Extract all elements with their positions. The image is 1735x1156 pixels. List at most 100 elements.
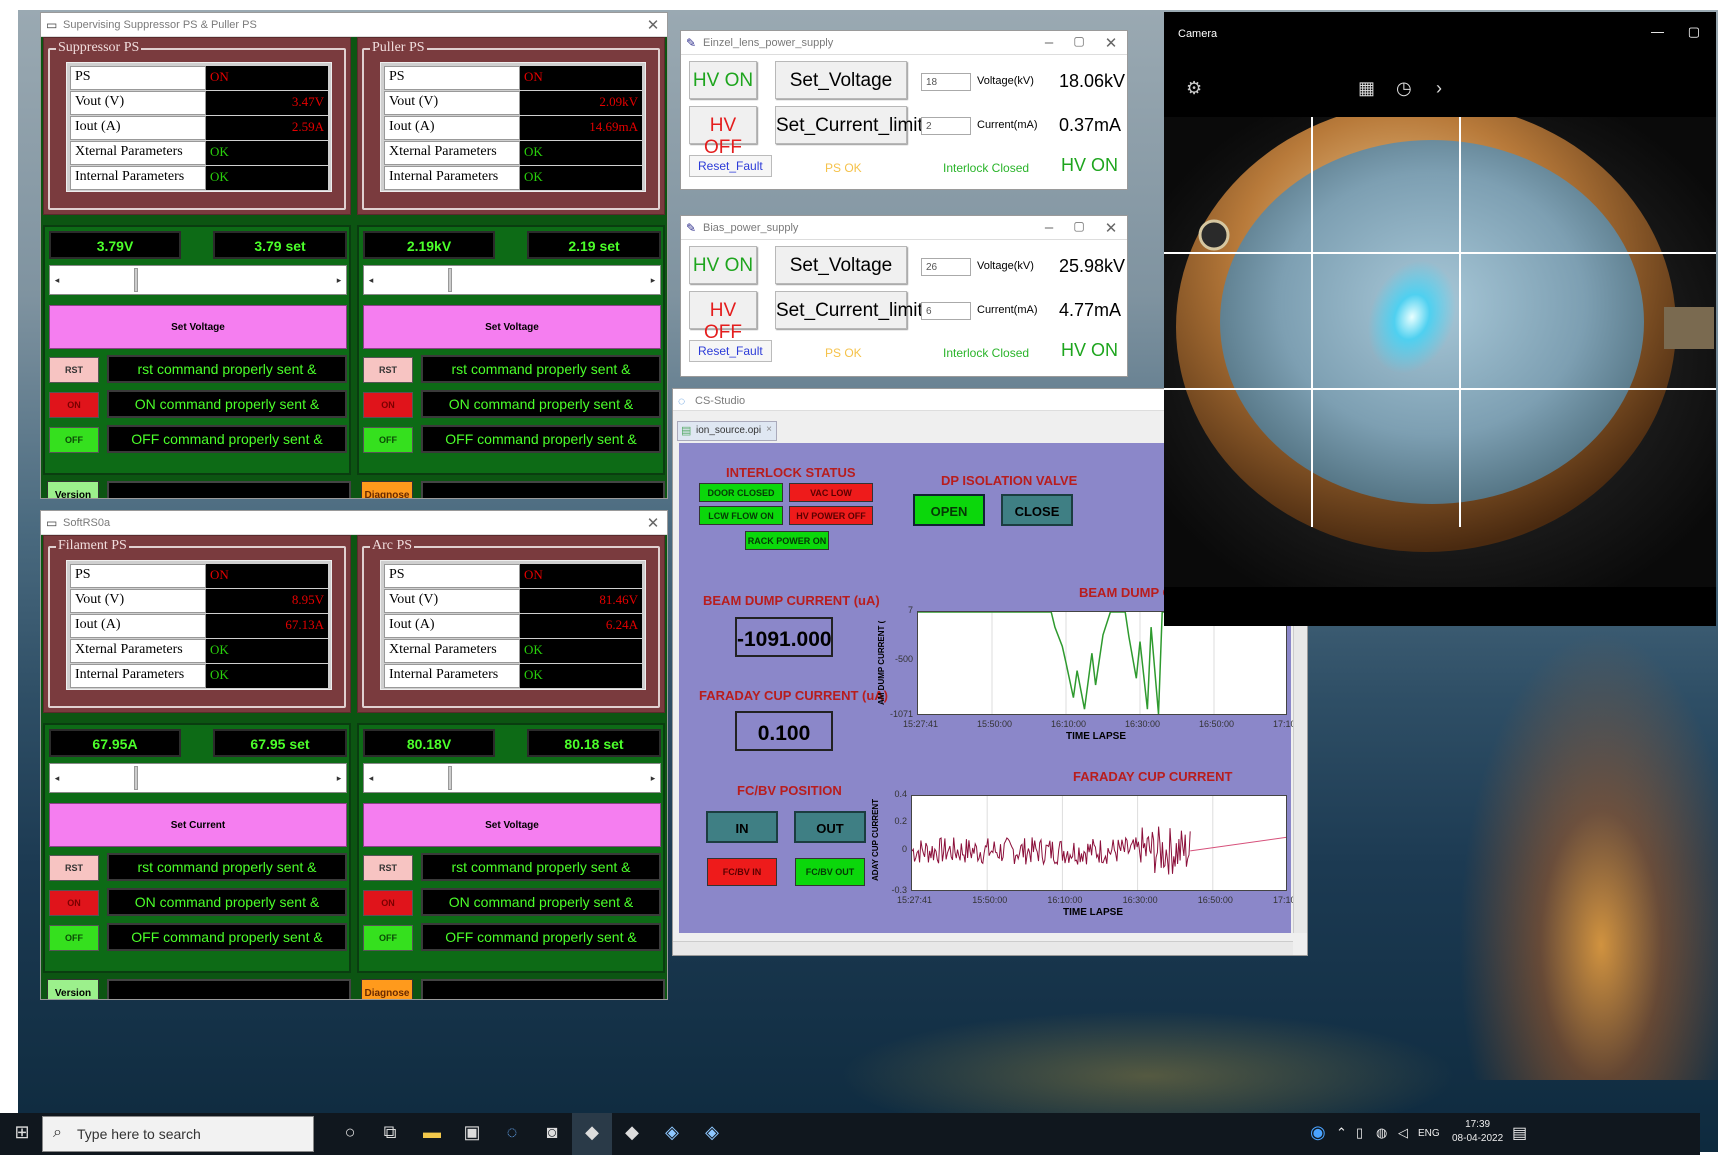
window-titlebar[interactable]: ▭ Supervising Suppressor PS & Puller PS … bbox=[41, 13, 667, 37]
file-explorer-icon[interactable]: ▬ bbox=[412, 1113, 452, 1155]
hv-on-button[interactable]: HV ON bbox=[689, 246, 757, 284]
diagnose-button[interactable]: Diagnose bbox=[361, 979, 413, 999]
set-voltage-button[interactable]: Set_Voltage bbox=[775, 246, 907, 284]
hdr-icon[interactable]: ▦ bbox=[1358, 78, 1375, 99]
terminal-icon[interactable]: ▣ bbox=[452, 1113, 492, 1155]
on-button[interactable]: ON bbox=[363, 392, 413, 418]
minimize-icon[interactable]: – bbox=[1039, 34, 1059, 51]
slider-right-arrow-icon[interactable]: ▸ bbox=[646, 764, 660, 792]
chevron-up-icon[interactable]: ⌃ bbox=[1336, 1113, 1347, 1155]
app-taskbar-icon[interactable]: ◆ bbox=[612, 1113, 652, 1155]
window-titlebar[interactable]: ✎ Bias_power_supply – ▢ ✕ bbox=[681, 216, 1127, 240]
tab-ion-source[interactable]: ▤ ion_source.opi × bbox=[677, 421, 777, 441]
task-view-icon[interactable]: ⧉ bbox=[370, 1113, 410, 1155]
maximize-icon[interactable]: ▢ bbox=[1688, 24, 1700, 40]
slider-right-arrow-icon[interactable]: ▸ bbox=[646, 266, 660, 294]
version-button[interactable]: Version bbox=[47, 481, 99, 498]
off-button[interactable]: OFF bbox=[363, 925, 413, 951]
slider-right-arrow-icon[interactable]: ▸ bbox=[332, 266, 346, 294]
fcbv-in-button[interactable]: IN bbox=[706, 811, 778, 843]
close-icon[interactable]: ✕ bbox=[643, 514, 663, 532]
slider-thumb[interactable] bbox=[134, 766, 138, 790]
timer-icon[interactable]: ◷ bbox=[1396, 78, 1412, 99]
version-button[interactable]: Version bbox=[47, 979, 99, 999]
set-button[interactable]: Set Voltage bbox=[363, 305, 661, 349]
close-icon[interactable]: ✕ bbox=[1101, 219, 1121, 237]
slider-thumb[interactable] bbox=[448, 766, 452, 790]
on-button[interactable]: ON bbox=[49, 890, 99, 916]
notification-icon[interactable]: ▤ bbox=[1512, 1113, 1527, 1155]
valve-open-button[interactable]: OPEN bbox=[913, 494, 985, 526]
voltage-input[interactable]: 26 bbox=[921, 258, 971, 276]
taskbar-search-input[interactable]: ⌕ Type here to search bbox=[42, 1116, 314, 1152]
minimize-icon[interactable]: — bbox=[1651, 24, 1664, 39]
set-current-limit-button[interactable]: Set_Current_limit bbox=[775, 291, 923, 329]
cortana-icon[interactable]: ○ bbox=[330, 1113, 370, 1155]
horizontal-scrollbar[interactable] bbox=[673, 941, 1293, 955]
valve-close-button[interactable]: CLOSE bbox=[1001, 494, 1073, 526]
supervising-window[interactable]: ▭ Supervising Suppressor PS & Puller PS … bbox=[40, 12, 668, 499]
rst-button[interactable]: RST bbox=[49, 855, 99, 881]
setpoint-slider[interactable]: ◂ ▸ bbox=[363, 265, 661, 295]
maximize-icon[interactable]: ▢ bbox=[1069, 34, 1089, 48]
hv-off-button[interactable]: HV OFF bbox=[689, 291, 757, 343]
slider-left-arrow-icon[interactable]: ◂ bbox=[50, 764, 64, 792]
volume-icon[interactable]: ◁ bbox=[1398, 1113, 1408, 1155]
off-button[interactable]: OFF bbox=[49, 427, 99, 453]
camera-settings-icon[interactable]: ⚙ bbox=[1186, 78, 1202, 99]
slider-thumb[interactable] bbox=[448, 268, 452, 292]
set-current-limit-button[interactable]: Set_Current_limit bbox=[775, 106, 923, 144]
set-button[interactable]: Set Current bbox=[49, 803, 347, 847]
camera-window[interactable]: Camera — ▢ ⚙ ▦ ◷ › bbox=[1164, 12, 1716, 626]
reset-fault-button[interactable]: Reset_Fault bbox=[689, 155, 772, 177]
maximize-icon[interactable]: ▢ bbox=[1069, 219, 1089, 233]
language-indicator[interactable]: ENG bbox=[1418, 1113, 1440, 1155]
chevron-right-icon[interactable]: › bbox=[1436, 78, 1442, 99]
slider-left-arrow-icon[interactable]: ◂ bbox=[364, 266, 378, 294]
einzel-lens-window[interactable]: ✎ Einzel_lens_power_supply – ▢ ✕ HV ON HV OFF S… bbox=[680, 30, 1128, 190]
cs-studio-taskbar-icon[interactable]: ◌ bbox=[492, 1113, 532, 1155]
slider-right-arrow-icon[interactable]: ▸ bbox=[332, 764, 346, 792]
help-icon[interactable]: ◉ bbox=[1310, 1113, 1326, 1155]
camera-taskbar-icon[interactable]: ◙ bbox=[532, 1113, 572, 1155]
rst-button[interactable]: RST bbox=[363, 855, 413, 881]
slider-left-arrow-icon[interactable]: ◂ bbox=[364, 764, 378, 792]
windows-start-icon[interactable]: ⊞ bbox=[2, 1113, 42, 1155]
app-taskbar-icon[interactable]: ◈ bbox=[652, 1113, 692, 1155]
setpoint-slider[interactable]: ◂ ▸ bbox=[49, 265, 347, 295]
minimize-icon[interactable]: – bbox=[1039, 219, 1059, 236]
current-input[interactable]: 2 bbox=[921, 117, 971, 135]
hv-on-button[interactable]: HV ON bbox=[689, 61, 757, 99]
app-taskbar-icon[interactable]: ◈ bbox=[692, 1113, 732, 1155]
app-taskbar-icon[interactable]: ◆ bbox=[572, 1113, 612, 1155]
reset-fault-button[interactable]: Reset_Fault bbox=[689, 340, 772, 362]
tab-close-icon[interactable]: × bbox=[766, 424, 772, 435]
set-button[interactable]: Set Voltage bbox=[363, 803, 661, 847]
close-icon[interactable]: ✕ bbox=[1101, 34, 1121, 52]
current-input[interactable]: 6 bbox=[921, 302, 971, 320]
battery-icon[interactable]: ▯ bbox=[1356, 1113, 1363, 1155]
clock[interactable]: 17:39 08-04-2022 bbox=[1452, 1113, 1503, 1155]
setpoint-slider[interactable]: ◂ ▸ bbox=[363, 763, 661, 793]
fcbv-out-button[interactable]: OUT bbox=[794, 811, 866, 843]
set-button[interactable]: Set Voltage bbox=[49, 305, 347, 349]
hv-off-button[interactable]: HV OFF bbox=[689, 106, 757, 158]
set-voltage-button[interactable]: Set_Voltage bbox=[775, 61, 907, 99]
bias-supply-window[interactable]: ✎ Bias_power_supply – ▢ ✕ HV ON HV OFF Set_Volt… bbox=[680, 215, 1128, 377]
slider-thumb[interactable] bbox=[134, 268, 138, 292]
diagnose-button[interactable]: Diagnose bbox=[361, 481, 413, 498]
off-button[interactable]: OFF bbox=[363, 427, 413, 453]
setpoint-slider[interactable]: ◂ ▸ bbox=[49, 763, 347, 793]
window-titlebar[interactable]: ▭ SoftRS0a ✕ bbox=[41, 511, 667, 535]
on-button[interactable]: ON bbox=[363, 890, 413, 916]
voltage-input[interactable]: 18 bbox=[921, 73, 971, 91]
close-icon[interactable]: ✕ bbox=[643, 16, 663, 34]
on-button[interactable]: ON bbox=[49, 392, 99, 418]
slider-left-arrow-icon[interactable]: ◂ bbox=[50, 266, 64, 294]
network-icon[interactable]: ◍ bbox=[1376, 1113, 1387, 1155]
window-titlebar[interactable]: ✎ Einzel_lens_power_supply – ▢ ✕ bbox=[681, 31, 1127, 55]
off-button[interactable]: OFF bbox=[49, 925, 99, 951]
rst-button[interactable]: RST bbox=[363, 357, 413, 383]
rst-button[interactable]: RST bbox=[49, 357, 99, 383]
softrs-window[interactable]: ▭ SoftRS0a ✕ Filament PS PS ON Vout (V) 8.95… bbox=[40, 510, 668, 1000]
